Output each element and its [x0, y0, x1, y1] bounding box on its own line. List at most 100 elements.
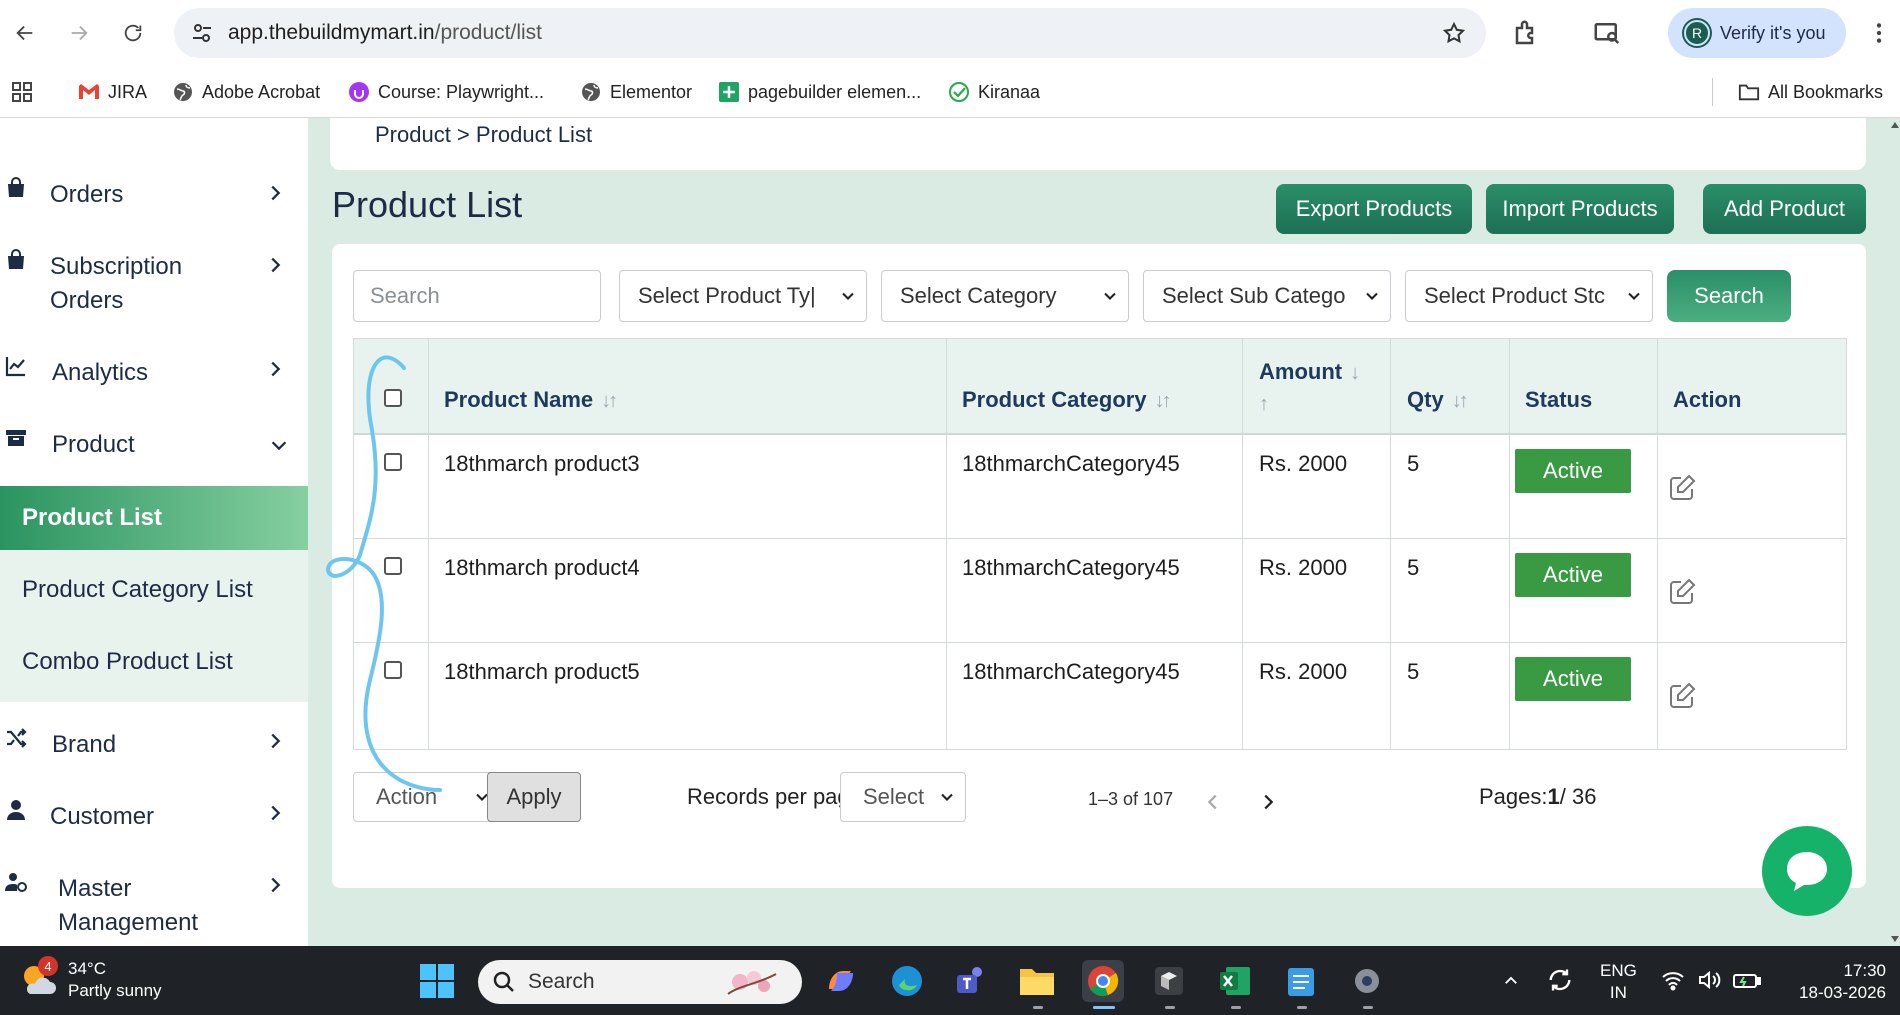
edit-icon[interactable] [1667, 473, 1697, 503]
column-header-amount[interactable]: Amount ↓ ↑ [1259, 357, 1360, 419]
check-circle-icon [948, 81, 970, 103]
sync-icon[interactable] [1546, 966, 1574, 994]
browser-menu-icon[interactable] [1866, 20, 1892, 46]
wifi-icon[interactable] [1660, 968, 1686, 992]
weather-icon: 4 [18, 956, 58, 1000]
folder-icon [1738, 81, 1760, 103]
box-icon [6, 430, 26, 446]
scroll-up-icon[interactable] [1890, 120, 1900, 134]
sidebar-item-orders[interactable]: Orders [0, 176, 308, 226]
row-checkbox[interactable] [384, 453, 402, 471]
bookmark-kiranaa[interactable]: Kiranaa [948, 78, 1040, 106]
sort-icon[interactable]: ↓↑ [1452, 390, 1469, 412]
column-header-qty[interactable]: Qty ↓↑ [1407, 387, 1469, 413]
forward-button[interactable] [62, 16, 96, 50]
notepad-app[interactable] [1280, 960, 1322, 1002]
battery-icon[interactable] [1732, 968, 1762, 992]
column-header-product-name[interactable]: Product Name ↓↑ [444, 387, 618, 413]
site-settings-icon[interactable] [190, 21, 214, 45]
apps-grid-icon[interactable] [10, 80, 34, 104]
column-header-product-category[interactable]: Product Category ↓↑ [962, 387, 1172, 413]
records-per-page-select[interactable]: Select [840, 772, 966, 822]
sort-up-icon[interactable]: ↑ [1259, 393, 1269, 415]
row-checkbox[interactable] [384, 557, 402, 575]
product-name-cell: 18thmarch product4 [444, 555, 640, 580]
sort-icon[interactable]: ↓↑ [1155, 390, 1172, 412]
teams-app[interactable] [950, 960, 992, 1002]
submenu-item-product-list[interactable]: Product List [0, 486, 308, 550]
sub-category-select[interactable]: Select Sub Catego [1143, 270, 1391, 322]
sort-down-icon[interactable]: ↓ [1350, 362, 1360, 384]
bookmark-pagebuilder[interactable]: pagebuilder elemen... [718, 78, 921, 106]
chat-widget-button[interactable] [1762, 826, 1852, 916]
all-bookmarks-button[interactable]: All Bookmarks [1738, 78, 1883, 106]
gmail-icon [78, 81, 100, 103]
language-indicator[interactable]: ENG IN [1600, 960, 1637, 1004]
status-badge[interactable]: Active [1515, 657, 1631, 701]
status-badge[interactable]: Active [1515, 449, 1631, 493]
sub-category-value: Select Sub Catego [1162, 283, 1346, 308]
back-button[interactable] [8, 16, 42, 50]
sidebar-item-analytics[interactable]: Analytics [0, 352, 308, 402]
product-status-select[interactable]: Select Product Stc [1405, 270, 1653, 322]
submenu-item-combo-product-list[interactable]: Combo Product List [22, 648, 233, 676]
address-bar[interactable]: app.thebuildmymart.in/product/list [174, 8, 1486, 58]
sidebar-item-subscription-orders[interactable]: Subscription Orders [0, 248, 308, 328]
reload-button[interactable] [116, 16, 150, 50]
bookmark-course-playwright[interactable]: Course: Playwright... [348, 78, 544, 106]
chrome-app[interactable] [1082, 960, 1124, 1002]
bulk-action-select[interactable]: Action [353, 772, 501, 822]
export-products-button[interactable]: Export Products [1276, 184, 1472, 234]
pages-prefix: Pages: [1479, 784, 1548, 809]
bookmark-label: Course: Playwright... [378, 81, 545, 102]
taskbar-search[interactable]: Search [478, 960, 802, 1004]
scroll-down-icon[interactable] [1890, 930, 1900, 944]
bookmark-elementor[interactable]: Elementor [580, 78, 692, 106]
row-checkbox[interactable] [384, 661, 402, 679]
sidebar-item-customer[interactable]: Customer [0, 796, 308, 846]
arrow-left-icon [16, 25, 33, 41]
add-product-button[interactable]: Add Product [1703, 184, 1866, 234]
bookmark-adobe-acrobat[interactable]: Adobe Acrobat [172, 78, 320, 106]
product-type-select[interactable]: Select Product Ty| [619, 270, 867, 322]
next-page-icon[interactable] [1257, 791, 1279, 813]
previous-page-icon[interactable] [1202, 791, 1224, 813]
excel-app[interactable] [1214, 960, 1256, 1002]
product-category-cell: 18thmarchCategory45 [962, 555, 1180, 580]
search-input[interactable]: Search [353, 270, 601, 322]
verify-profile-button[interactable]: R Verify it's you [1668, 8, 1846, 58]
weather-widget[interactable]: 4 34°C Partly sunny [18, 956, 162, 1002]
clock[interactable]: 17:30 18-03-2026 [1786, 960, 1886, 1004]
active-indicator [1093, 1006, 1115, 1009]
globe-icon [172, 81, 194, 103]
volume-icon[interactable] [1696, 968, 1722, 992]
sidebar-item-master-management[interactable]: Master Management [0, 868, 308, 946]
bookmark-star-icon[interactable] [1442, 21, 1466, 45]
edit-icon[interactable] [1667, 577, 1697, 607]
file-explorer-app[interactable] [1016, 960, 1058, 1002]
total-pages: / 36 [1559, 784, 1597, 809]
bookmark-label: Adobe Acrobat [202, 81, 321, 102]
cast-search-icon[interactable] [1592, 18, 1622, 48]
chevron-up-icon[interactable] [1502, 972, 1520, 990]
submenu-item-product-category-list[interactable]: Product Category List [22, 576, 253, 604]
status-badge[interactable]: Active [1515, 553, 1631, 597]
settings-app[interactable] [1346, 960, 1388, 1002]
edge-app[interactable] [886, 960, 928, 1002]
copilot-app[interactable] [820, 960, 862, 1002]
sidebar-item-product[interactable]: Product [0, 424, 308, 474]
windows-start-button[interactable] [416, 960, 458, 1002]
search-button[interactable]: Search [1667, 270, 1791, 322]
sidebar-item-brand[interactable]: Brand [0, 724, 308, 774]
app-cube[interactable] [1148, 960, 1190, 1002]
extensions-icon[interactable] [1512, 18, 1542, 48]
current-page: 1 [1547, 784, 1560, 809]
sort-icon[interactable]: ↓↑ [601, 390, 618, 412]
edit-icon[interactable] [1667, 681, 1697, 711]
chevron-right-icon [271, 877, 281, 893]
bookmark-jira[interactable]: JIRA [78, 78, 147, 106]
import-products-button[interactable]: Import Products [1486, 184, 1674, 234]
apply-button[interactable]: Apply [487, 772, 581, 822]
select-all-checkbox[interactable] [384, 389, 402, 407]
category-select[interactable]: Select Category [881, 270, 1129, 322]
